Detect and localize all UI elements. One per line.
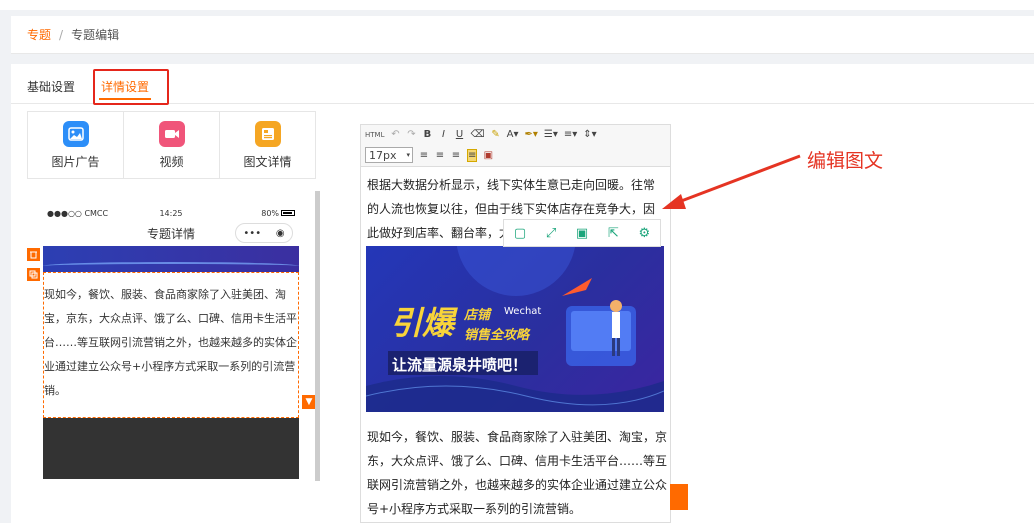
share-icon[interactable]: ⇱ — [608, 226, 619, 241]
article-icon — [254, 120, 281, 147]
toolbar-row-2: 17px ▾ ≡ ≡ ≡ ≡ ▣ — [365, 147, 493, 163]
expand-icon[interactable]: ⤢ — [546, 226, 556, 241]
widget-image-ad[interactable]: 图片广告 — [28, 112, 124, 178]
widget-label: 视频 — [159, 154, 184, 169]
phone-mockup: ●●●○○ CMCC 14:25 80% 专题详情 ••• ◉ 现如今，餐饮、服… — [43, 206, 299, 479]
format-painter-icon[interactable]: ✎ — [491, 129, 501, 140]
editor-paragraph-2[interactable]: 现如今，餐饮、服装、食品商家除了入驻美团、淘宝，京东，大众点评、饿了么、口碑、信… — [367, 425, 667, 521]
widget-video[interactable]: 视频 — [124, 112, 220, 178]
rich-text-editor: HTML ↶ ↷ B I U ⌫ ✎ A▾ ✒▾ ☰▾ ≡▾ ⇕▾ 17px ▾… — [360, 124, 671, 523]
banner-strategy-text: 销售全攻略 — [464, 328, 530, 343]
top-strip — [0, 0, 1034, 10]
carrier-label: ●●●○○ CMCC — [47, 208, 109, 218]
clock-label: 14:25 — [159, 208, 183, 218]
tab-basic-settings[interactable]: 基础设置 — [27, 78, 75, 95]
editor-toolbar: HTML ↶ ↷ B I U ⌫ ✎ A▾ ✒▾ ☰▾ ≡▾ ⇕▾ 17px ▾… — [361, 125, 670, 167]
preview-scrollbar[interactable] — [315, 191, 320, 481]
widget-article[interactable]: 图文详情 — [220, 112, 315, 178]
unordered-list-icon[interactable]: ≡▾ — [564, 129, 577, 140]
breadcrumb-current: 专题编辑 — [71, 28, 120, 42]
image-floating-toolbar: ▢ ⤢ ▣ ⇱ ⚙ — [503, 219, 661, 247]
resize-original-icon[interactable]: ▢ — [514, 226, 526, 241]
align-right-icon[interactable]: ≡ — [451, 150, 461, 161]
breadcrumb-home-link[interactable]: 专题 — [27, 26, 51, 43]
banner-main-text: 引爆 — [390, 304, 455, 342]
banner-slogan-text: 让流量源泉井喷吧！ — [392, 356, 528, 374]
toolbar-row-1: HTML ↶ ↷ B I U ⌫ ✎ A▾ ✒▾ ☰▾ ≡▾ ⇕▾ — [365, 129, 597, 140]
chevron-down-icon[interactable]: ▼ — [302, 395, 316, 409]
undo-icon[interactable]: ↶ — [390, 129, 400, 140]
gear-icon[interactable]: ⚙ — [639, 226, 651, 241]
html-source-icon[interactable]: HTML — [365, 131, 384, 139]
phone-page-title: 专题详情 — [146, 226, 195, 241]
save-icon[interactable]: ▣ — [576, 226, 588, 241]
battery-label: 80% — [261, 208, 280, 218]
italic-icon[interactable]: I — [438, 129, 448, 140]
highlight-color-icon[interactable]: ✒▾ — [525, 129, 538, 140]
mini-program-capsule[interactable]: ••• ◉ — [235, 223, 293, 243]
insert-image-icon[interactable]: ▣ — [483, 150, 493, 161]
more-icon[interactable]: ••• — [243, 228, 261, 239]
phone-preview-area: ●●●○○ CMCC 14:25 80% 专题详情 ••• ◉ 现如今，餐饮、服… — [27, 191, 327, 481]
banner-wave — [43, 262, 299, 270]
widget-label: 图文详情 — [243, 154, 292, 169]
delete-icon[interactable] — [27, 248, 40, 261]
breadcrumb-separator: / — [59, 27, 64, 42]
chevron-down-icon: ▾ — [406, 151, 410, 159]
font-size-select[interactable]: 17px ▾ — [365, 147, 413, 163]
annotation-label: 编辑图文 — [807, 150, 884, 172]
copy-icon[interactable] — [27, 268, 40, 281]
image-icon — [62, 120, 89, 147]
phone-banner-image — [43, 246, 299, 272]
eraser-icon[interactable]: ⌫ — [470, 129, 484, 140]
banner-sub-text: 店铺 — [464, 308, 491, 323]
battery-indicator: 80% — [212, 208, 296, 218]
battery-icon — [281, 210, 296, 216]
tab-bar: 基础设置 详情设置 — [11, 64, 1034, 105]
bold-icon[interactable]: B — [422, 129, 432, 140]
align-center-icon[interactable]: ≡ — [435, 150, 445, 161]
underline-icon[interactable]: U — [454, 129, 464, 140]
align-justify-icon[interactable]: ≡ — [467, 148, 478, 162]
line-height-icon[interactable]: ⇕▾ — [583, 129, 596, 140]
orange-side-button[interactable] — [670, 484, 688, 510]
banner-wechat-text: Wechat — [504, 306, 542, 317]
align-left-icon[interactable]: ≡ — [419, 150, 429, 161]
font-size-value: 17px — [369, 148, 397, 162]
redo-icon[interactable]: ↷ — [406, 129, 416, 140]
widget-label: 图片广告 — [51, 154, 100, 169]
phone-status-bar: ●●●○○ CMCC 14:25 80% — [43, 206, 299, 220]
video-icon — [158, 120, 185, 147]
ordered-list-icon[interactable]: ☰▾ — [544, 129, 558, 140]
highlight-box — [93, 69, 169, 105]
close-circle-icon[interactable]: ◉ — [276, 228, 285, 239]
phone-nav-bar: 专题详情 ••• ◉ — [43, 220, 299, 246]
phone-article-text[interactable]: 现如今，餐饮、服装、食品商家除了入驻美团、淘宝，京东，大众点评、饿了么、口碑、信… — [43, 272, 299, 418]
breadcrumb: 专题 / 专题编辑 — [11, 16, 1034, 54]
main-panel: 基础设置 详情设置 图片广告 视频 图文详情 ●●●○○ CMCC 14:25 … — [11, 64, 1034, 523]
font-color-icon[interactable]: A▾ — [507, 129, 519, 140]
widget-bar: 图片广告 视频 图文详情 — [27, 111, 316, 179]
editor-banner-image[interactable]: 引爆 店铺 Wechat 销售全攻略 让流量源泉井喷吧！ — [366, 246, 664, 412]
